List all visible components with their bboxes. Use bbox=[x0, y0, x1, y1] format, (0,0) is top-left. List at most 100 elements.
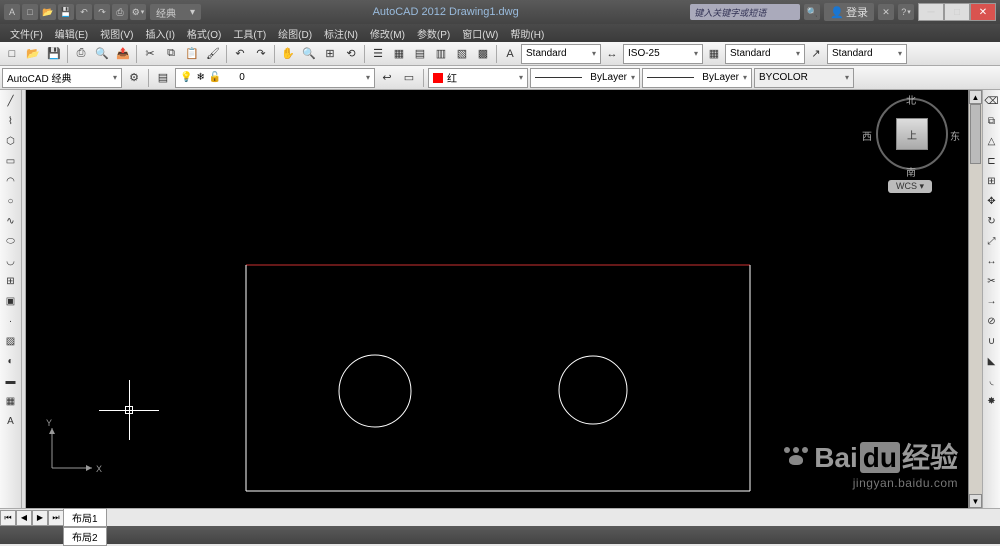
table-tool-icon[interactable]: ▦ bbox=[2, 392, 20, 410]
tab-first-icon[interactable]: ⏮ bbox=[0, 510, 16, 526]
ws-settings-icon[interactable]: ⚙ bbox=[124, 68, 144, 88]
erase-icon[interactable]: ⌫ bbox=[983, 92, 1000, 110]
layout-tab[interactable]: 布局2 bbox=[63, 527, 107, 546]
redo-icon[interactable]: ↷ bbox=[251, 44, 271, 64]
tab-last-icon[interactable]: ⏭ bbox=[48, 510, 64, 526]
extend-icon[interactable]: → bbox=[983, 292, 1000, 310]
workspace-dd[interactable]: AutoCAD 经典 bbox=[2, 68, 122, 88]
scroll-down-icon[interactable]: ▼ bbox=[969, 494, 982, 508]
tool-pal-icon[interactable]: ▤ bbox=[410, 44, 430, 64]
text-style-selector[interactable]: Standard bbox=[521, 44, 601, 64]
menu-item[interactable]: 编辑(E) bbox=[49, 24, 94, 42]
block-icon[interactable]: ▣ bbox=[2, 292, 20, 310]
mirror-icon[interactable]: △ bbox=[983, 132, 1000, 150]
qat-print-icon[interactable]: ⎙ bbox=[112, 4, 128, 20]
qat-open-icon[interactable]: 📂 bbox=[40, 4, 56, 20]
move-icon[interactable]: ✥ bbox=[983, 192, 1000, 210]
cut-icon[interactable]: ✂ bbox=[140, 44, 160, 64]
zoom-win-icon[interactable]: ⊞ bbox=[320, 44, 340, 64]
qat-save-icon[interactable]: 💾 bbox=[58, 4, 74, 20]
layer-prop-icon[interactable]: ▤ bbox=[153, 68, 173, 88]
qat-undo-icon[interactable]: ↶ bbox=[76, 4, 92, 20]
qat-redo-icon[interactable]: ↷ bbox=[94, 4, 110, 20]
print-icon[interactable]: ⎙ bbox=[71, 44, 91, 64]
stretch-icon[interactable]: ↔ bbox=[983, 252, 1000, 270]
maximize-button[interactable]: □ bbox=[944, 3, 970, 21]
copy-tool-icon[interactable]: ⧉ bbox=[983, 112, 1000, 130]
menu-item[interactable]: 视图(V) bbox=[94, 24, 139, 42]
spline-icon[interactable]: ∿ bbox=[2, 212, 20, 230]
table-style-selector[interactable]: Standard bbox=[725, 44, 805, 64]
offset-icon[interactable]: ⊏ bbox=[983, 152, 1000, 170]
app-menu-icon[interactable]: A bbox=[4, 4, 20, 20]
chamfer-icon[interactable]: ◣ bbox=[983, 352, 1000, 370]
menu-item[interactable]: 窗口(W) bbox=[456, 24, 504, 42]
insert-icon[interactable]: ⊞ bbox=[2, 272, 20, 290]
lineweight-selector[interactable]: ByLayer bbox=[642, 68, 752, 88]
scale-icon[interactable]: ⤢ bbox=[983, 232, 1000, 250]
point-icon[interactable]: · bbox=[2, 312, 20, 330]
layer-selector[interactable]: 💡 ❄ 🔓 0 bbox=[175, 68, 375, 88]
scroll-up-icon[interactable]: ▲ bbox=[969, 90, 982, 104]
dim-icon[interactable]: ↔ bbox=[602, 44, 622, 64]
vertical-scrollbar[interactable]: ▲ ▼ bbox=[968, 90, 982, 508]
ssm-icon[interactable]: ▥ bbox=[431, 44, 451, 64]
menu-item[interactable]: 标注(N) bbox=[318, 24, 364, 42]
mleader-style-selector[interactable]: Standard bbox=[827, 44, 907, 64]
table-icon[interactable]: ▦ bbox=[704, 44, 724, 64]
menu-item[interactable]: 参数(P) bbox=[411, 24, 456, 42]
preview-icon[interactable]: 🔍 bbox=[92, 44, 112, 64]
rect-icon[interactable]: ▭ bbox=[2, 152, 20, 170]
paste-icon[interactable]: 📋 bbox=[182, 44, 202, 64]
text-icon[interactable]: A bbox=[500, 44, 520, 64]
join-icon[interactable]: ∪ bbox=[983, 332, 1000, 350]
pline-icon[interactable]: ⌇ bbox=[2, 112, 20, 130]
wcs-badge[interactable]: WCS ▾ bbox=[888, 180, 932, 193]
search-input[interactable]: 键入关键字或短语 bbox=[690, 4, 800, 20]
trim-icon[interactable]: ✂ bbox=[983, 272, 1000, 290]
ellipse-arc-icon[interactable]: ◡ bbox=[2, 252, 20, 270]
break-icon[interactable]: ⊘ bbox=[983, 312, 1000, 330]
qat-new-icon[interactable]: □ bbox=[22, 4, 38, 20]
layer-prev-icon[interactable]: ↩ bbox=[377, 68, 397, 88]
rotate-icon[interactable]: ↻ bbox=[983, 212, 1000, 230]
circle-icon[interactable]: ○ bbox=[2, 192, 20, 210]
polygon-icon[interactable]: ⬡ bbox=[2, 132, 20, 150]
calc-icon[interactable]: ▩ bbox=[473, 44, 493, 64]
text-tool-icon[interactable]: A bbox=[2, 412, 20, 430]
dim-style-selector[interactable]: ISO-25 bbox=[623, 44, 703, 64]
mleader-icon[interactable]: ↗ bbox=[806, 44, 826, 64]
drawing-canvas[interactable]: X Y 北 南 东 西 上 WCS ▾ ▲ ▼ bbox=[26, 90, 982, 508]
new-icon[interactable]: □ bbox=[2, 44, 22, 64]
search-icon[interactable]: 🔍 bbox=[804, 4, 820, 20]
login-button[interactable]: 👤 登录 bbox=[824, 3, 874, 21]
plotstyle-selector[interactable]: BYCOLOR bbox=[754, 68, 854, 88]
menu-item[interactable]: 文件(F) bbox=[4, 24, 49, 42]
menu-item[interactable]: 插入(I) bbox=[139, 24, 180, 42]
open-icon[interactable]: 📂 bbox=[23, 44, 43, 64]
properties-icon[interactable]: ☰ bbox=[368, 44, 388, 64]
dc-icon[interactable]: ▦ bbox=[389, 44, 409, 64]
markup-icon[interactable]: ▧ bbox=[452, 44, 472, 64]
help-icon[interactable]: ? bbox=[898, 4, 914, 20]
exchange-icon[interactable]: ✕ bbox=[878, 4, 894, 20]
menu-item[interactable]: 绘图(D) bbox=[272, 24, 318, 42]
array-icon[interactable]: ⊞ bbox=[983, 172, 1000, 190]
pan-icon[interactable]: ✋ bbox=[278, 44, 298, 64]
menu-item[interactable]: 工具(T) bbox=[227, 24, 272, 42]
line-icon[interactable]: ╱ bbox=[2, 92, 20, 110]
copy-icon[interactable]: ⧉ bbox=[161, 44, 181, 64]
ellipse-icon[interactable]: ⬭ bbox=[2, 232, 20, 250]
linetype-selector[interactable]: ByLayer bbox=[530, 68, 640, 88]
gradient-icon[interactable]: ◐ bbox=[2, 352, 20, 370]
minimize-button[interactable]: ─ bbox=[918, 3, 944, 21]
region-icon[interactable]: ▬ bbox=[2, 372, 20, 390]
menu-item[interactable]: 帮助(H) bbox=[504, 24, 550, 42]
qat-settings-icon[interactable]: ⚙ bbox=[130, 4, 146, 20]
match-icon[interactable]: 🖌 bbox=[203, 44, 223, 64]
workspace-selector[interactable]: 经典 ▾ bbox=[150, 4, 201, 20]
menu-item[interactable]: 修改(M) bbox=[364, 24, 411, 42]
zoom-rt-icon[interactable]: 🔍 bbox=[299, 44, 319, 64]
zoom-prev-icon[interactable]: ⟲ bbox=[341, 44, 361, 64]
publish-icon[interactable]: 📤 bbox=[113, 44, 133, 64]
